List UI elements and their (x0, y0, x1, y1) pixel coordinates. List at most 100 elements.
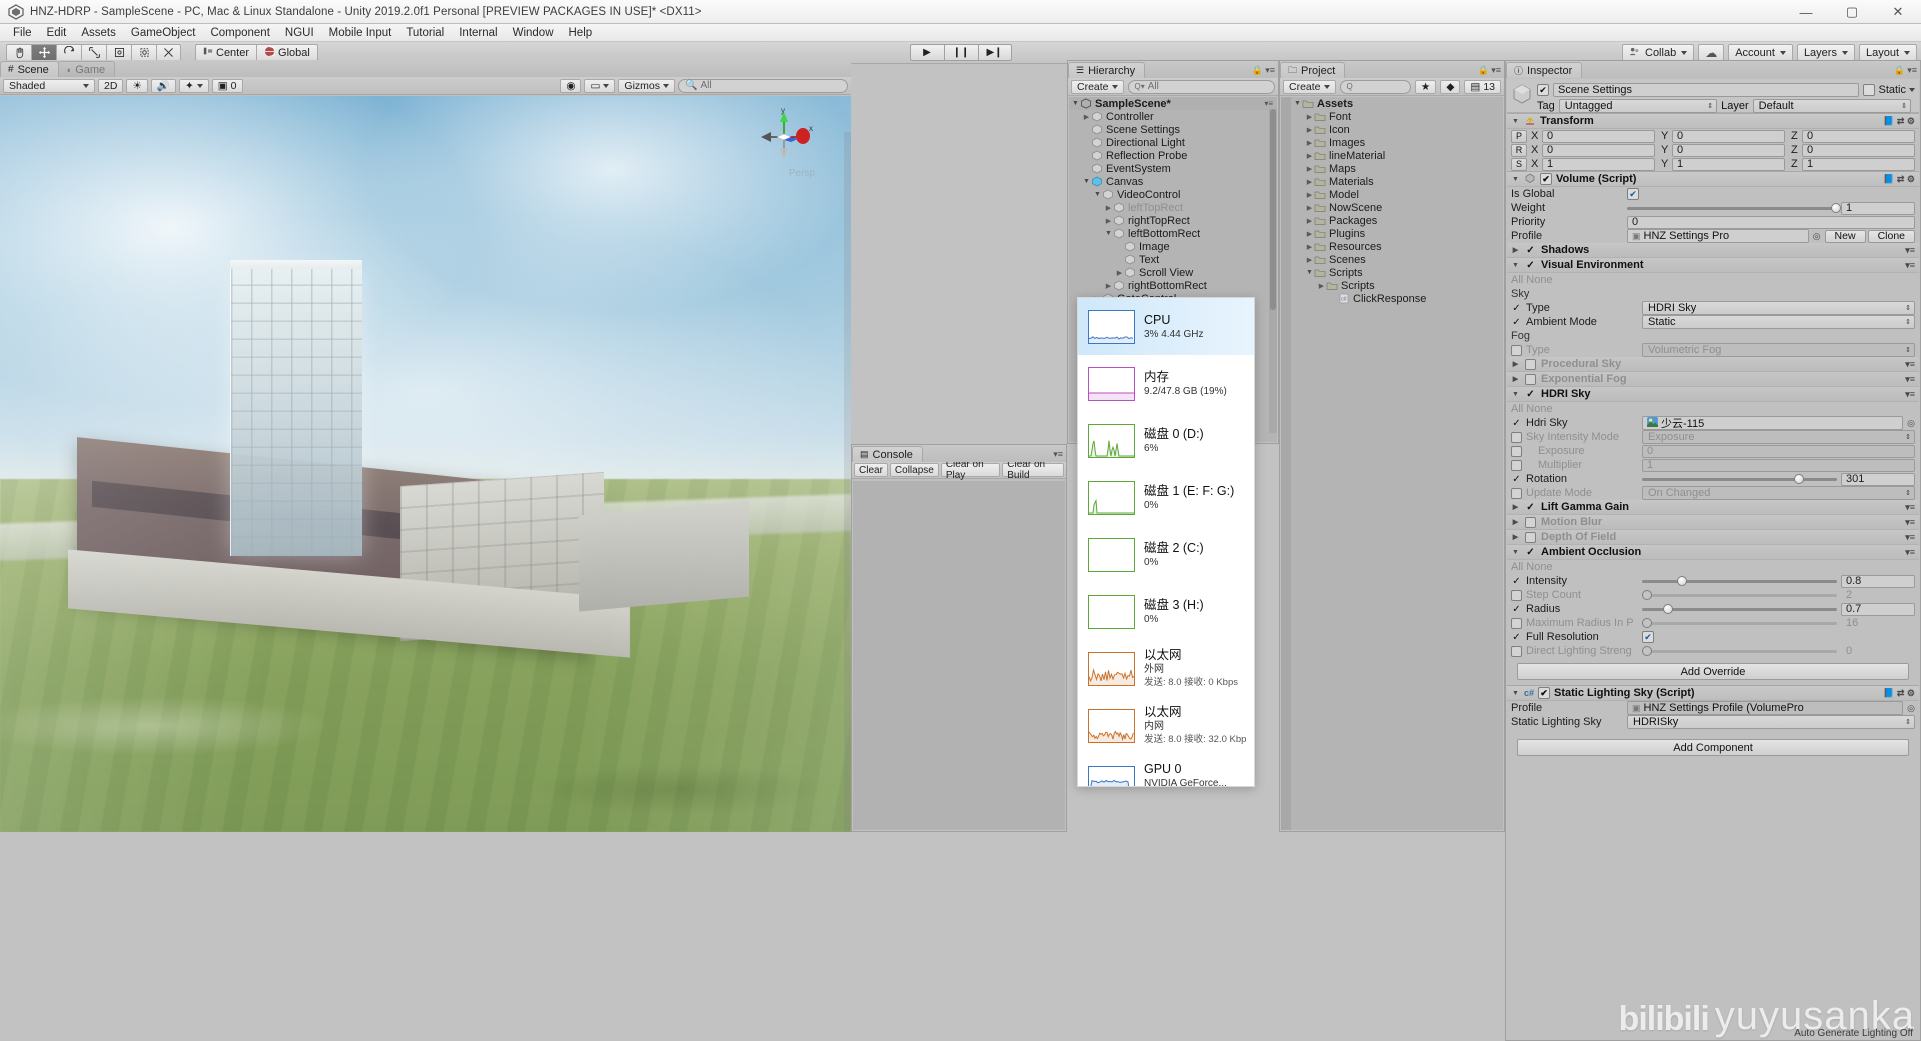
priority-field[interactable]: 0 (1627, 216, 1915, 229)
chevron-right-icon[interactable]: ▶ (1317, 282, 1326, 290)
step-button[interactable]: ▶❙ (978, 44, 1012, 61)
transform-row-key[interactable]: P (1511, 130, 1527, 143)
ao-direct-lighting-check[interactable] (1511, 646, 1522, 657)
scale-tool-button[interactable] (81, 44, 106, 61)
chevron-down-icon[interactable]: ▼ (1511, 391, 1520, 398)
chevron-right-icon[interactable]: ▶ (1305, 139, 1314, 147)
console-clear-on-play-button[interactable]: Clear on Play (941, 463, 1000, 477)
module-enabled-check[interactable]: ✓ (1525, 502, 1536, 513)
project-item[interactable]: ▼ Scripts (1291, 266, 1503, 279)
project-tree[interactable]: ▼ Assets ▶ Font ▶ Icon ▶ Images ▶ lineMaterial ▶ Ma… (1291, 97, 1503, 830)
ao-step-count-field[interactable]: 2 (1841, 589, 1915, 602)
volume-header[interactable]: ▼ Volume (Script) 📘 ⇄ ⚙ (1507, 172, 1919, 187)
volume-module-exponential-fog[interactable]: ▶ Exponential Fog ▾≡ (1507, 372, 1919, 387)
project-item[interactable]: ▶ Plugins (1291, 227, 1503, 240)
project-filter-favorite[interactable]: ★ (1415, 80, 1436, 94)
transform-r-z-field[interactable]: 0 (1802, 144, 1915, 157)
hierarchy-item[interactable]: ▼ VideoControl (1069, 188, 1277, 201)
project-item[interactable]: ▶ Images (1291, 136, 1503, 149)
hdri-rotation-check[interactable]: ✓ (1511, 474, 1522, 485)
menu-tutorial[interactable]: Tutorial (399, 26, 451, 40)
transform-r-x-field[interactable]: 0 (1542, 144, 1655, 157)
tag-dropdown[interactable]: Untagged ⇕ (1559, 99, 1717, 113)
account-button[interactable]: Account (1728, 44, 1793, 61)
object-enabled-checkbox[interactable] (1537, 84, 1549, 96)
module-enabled-check[interactable] (1525, 359, 1536, 370)
hierarchy-item[interactable]: ▶ rightTopRect (1069, 214, 1277, 227)
chevron-right-icon[interactable]: ▶ (1104, 204, 1113, 212)
ao-full-res-checkbox[interactable] (1642, 631, 1654, 643)
chevron-right-icon[interactable]: ▶ (1305, 152, 1314, 160)
object-name-field[interactable]: Scene Settings (1553, 83, 1859, 97)
hdri-all-none-label[interactable]: All None (1511, 403, 1553, 415)
chevron-right-icon[interactable]: ▶ (1511, 246, 1520, 254)
menu-internal[interactable]: Internal (452, 26, 504, 40)
transform-p-x-field[interactable]: 0 (1542, 130, 1655, 143)
scene-view-options[interactable]: ▭ (584, 79, 615, 93)
project-item[interactable]: ▶ Resources (1291, 240, 1503, 253)
chevron-right-icon[interactable]: ▶ (1305, 191, 1314, 199)
module-context-menu[interactable]: ▾≡ (1905, 260, 1915, 271)
ao-max-radius-field[interactable]: 16 (1841, 617, 1915, 630)
module-enabled-check[interactable] (1525, 517, 1536, 528)
chevron-right-icon[interactable]: ▶ (1511, 518, 1520, 526)
tab-game[interactable]: ◖ Game (58, 61, 115, 77)
hdri-exposure-check[interactable] (1511, 446, 1522, 457)
module-enabled-check[interactable] (1525, 532, 1536, 543)
project-item[interactable]: ▶ lineMaterial (1291, 149, 1503, 162)
transform-r-y-field[interactable]: 0 (1672, 144, 1785, 157)
menu-ngui[interactable]: NGUI (278, 26, 321, 40)
tab-inspector[interactable]: ⓘ Inspector (1506, 62, 1582, 78)
hdri-multiplier-check[interactable] (1511, 460, 1522, 471)
chevron-right-icon[interactable]: ▶ (1104, 217, 1113, 225)
chevron-down-icon[interactable]: ▼ (1511, 262, 1520, 269)
chevron-down-icon[interactable]: ▼ (1093, 191, 1102, 198)
perf-row[interactable]: 磁盘 1 (E: F: G:) 0% (1078, 469, 1254, 526)
move-tool-button[interactable] (31, 44, 56, 61)
ao-full-res-check[interactable]: ✓ (1511, 632, 1522, 643)
hierarchy-item[interactable]: Image (1069, 240, 1277, 253)
transform-header[interactable]: ▼ Transform 📘 ⇄ ⚙ (1507, 114, 1919, 129)
static-lighting-header-tools[interactable]: 📘 ⇄ ⚙ (1883, 688, 1915, 699)
hierarchy-item[interactable]: ▼ leftBottomRect (1069, 227, 1277, 240)
ao-step-count-check[interactable] (1511, 590, 1522, 601)
profile-clone-button[interactable]: Clone (1868, 230, 1915, 243)
collab-button[interactable]: Collab (1622, 44, 1694, 61)
project-item[interactable]: ▶ Scripts (1291, 279, 1503, 292)
chevron-right-icon[interactable]: ▶ (1305, 126, 1314, 134)
tab-console[interactable]: ▤ Console (852, 446, 923, 462)
hdri-update-mode-dropdown[interactable]: On Changed ⇕ (1642, 486, 1915, 500)
chevron-right-icon[interactable]: ▶ (1305, 178, 1314, 186)
chevron-right-icon[interactable]: ▶ (1511, 533, 1520, 541)
ao-step-count-slider[interactable] (1642, 589, 1837, 601)
cloud-button[interactable]: ☁ (1698, 44, 1724, 61)
volume-header-tools[interactable]: 📘 ⇄ ⚙ (1883, 174, 1915, 185)
chevron-right-icon[interactable]: ▶ (1305, 243, 1314, 251)
ve-type-override-check[interactable]: ✓ (1511, 303, 1522, 314)
console-clear-on-build-button[interactable]: Clear on Build (1002, 463, 1064, 477)
tab-scene[interactable]: # Scene (0, 61, 59, 77)
perf-row[interactable]: 磁盘 2 (C:) 0% (1078, 526, 1254, 583)
project-filter-type[interactable]: ◆ (1440, 80, 1460, 94)
menu-help[interactable]: Help (562, 26, 600, 40)
hdri-multiplier-field[interactable]: 1 (1642, 459, 1915, 472)
hierarchy-item[interactable]: ▶ leftTopRect (1069, 201, 1277, 214)
chevron-right-icon[interactable]: ▶ (1305, 165, 1314, 173)
volume-module-hdri-sky[interactable]: ▼ ✓ HDRI Sky ▾≡ (1507, 387, 1919, 402)
project-item[interactable]: ▶ Model (1291, 188, 1503, 201)
menu-file[interactable]: File (6, 26, 39, 40)
weight-value-field[interactable]: 1 (1841, 202, 1915, 215)
weight-slider[interactable] (1627, 202, 1837, 214)
scene-fx-dropdown[interactable]: ✦ (179, 79, 209, 93)
hierarchy-item[interactable]: ▶ Controller (1069, 110, 1277, 123)
project-item[interactable]: ▶ Maps (1291, 162, 1503, 175)
toggle-2d-button[interactable]: 2D (98, 79, 123, 93)
perf-row[interactable]: 磁盘 3 (H:) 0% (1078, 583, 1254, 640)
transform-tool-button[interactable] (131, 44, 156, 61)
volume-module-motion-blur[interactable]: ▶ Motion Blur ▾≡ (1507, 515, 1919, 530)
static-checkbox[interactable] (1863, 84, 1875, 96)
chevron-down-icon[interactable]: ▼ (1511, 118, 1520, 125)
module-context-menu[interactable]: ▾≡ (1905, 502, 1915, 513)
gizmos-dropdown[interactable]: Gizmos (618, 79, 675, 93)
hdri-update-mode-check[interactable] (1511, 488, 1522, 499)
